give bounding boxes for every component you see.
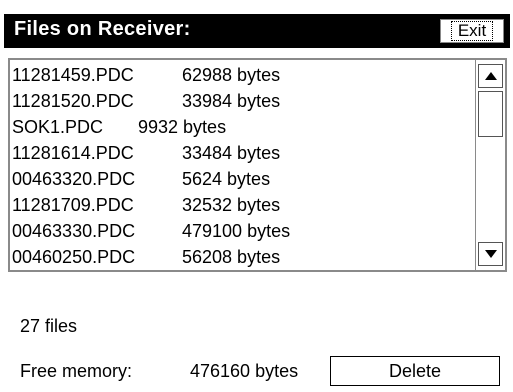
file-size: 56208 bytes: [182, 247, 281, 267]
arrow-down-icon: [484, 250, 497, 258]
vertical-scrollbar[interactable]: [475, 60, 505, 270]
scroll-up-button[interactable]: [478, 64, 503, 88]
file-count: 27 files: [20, 316, 78, 336]
file-name: 11281459.PDC: [12, 65, 134, 85]
file-manager-screen: Files on Receiver: Exit 11281459.PDC 629…: [0, 0, 513, 392]
list-item[interactable]: 11281709.PDC 32532 bytes: [10, 192, 476, 218]
arrow-up-icon: [484, 72, 497, 80]
file-name: 11281520.PDC: [12, 91, 134, 111]
window-title: Files on Receiver:: [14, 18, 191, 40]
free-memory-label: Free memory:: [20, 361, 133, 381]
scroll-thumb[interactable]: [478, 91, 503, 137]
file-name: SOK1.PDC: [12, 117, 104, 137]
exit-button[interactable]: Exit: [440, 19, 504, 43]
file-name: 11281614.PDC: [12, 143, 134, 163]
file-size: 479100 bytes: [182, 221, 291, 241]
file-list-rows: 11281459.PDC 62988 bytes 11281520.PDC 33…: [10, 62, 476, 270]
file-size: 33484 bytes: [182, 143, 281, 163]
list-item[interactable]: 00463320.PDC 5624 bytes: [10, 166, 476, 192]
file-size: 33984 bytes: [182, 91, 281, 111]
file-size: 62988 bytes: [182, 65, 281, 85]
delete-button[interactable]: Delete: [330, 356, 500, 386]
scroll-down-button[interactable]: [478, 242, 503, 266]
list-item[interactable]: 11281520.PDC 33984 bytes: [10, 88, 476, 114]
file-name: 00463330.PDC: [12, 221, 136, 241]
file-size: 32532 bytes: [182, 195, 281, 215]
free-memory-value: 476160 bytes: [190, 361, 299, 381]
file-list[interactable]: 11281459.PDC 62988 bytes 11281520.PDC 33…: [8, 58, 507, 272]
title-bar: Files on Receiver: Exit: [4, 14, 510, 48]
list-item[interactable]: 11281614.PDC 33484 bytes: [10, 140, 476, 166]
list-item[interactable]: 00460250.PDC 56208 bytes: [10, 244, 476, 270]
file-name: 00463320.PDC: [12, 169, 136, 189]
file-size: 9932 bytes: [138, 117, 227, 137]
list-item[interactable]: 00463330.PDC 479100 bytes: [10, 218, 476, 244]
file-size: 5624 bytes: [182, 169, 271, 189]
exit-button-label: Exit: [450, 21, 494, 41]
list-item[interactable]: 11281459.PDC 62988 bytes: [10, 62, 476, 88]
list-item[interactable]: SOK1.PDC 9932 bytes: [10, 114, 476, 140]
file-name: 00460250.PDC: [12, 247, 136, 267]
file-name: 11281709.PDC: [12, 195, 134, 215]
